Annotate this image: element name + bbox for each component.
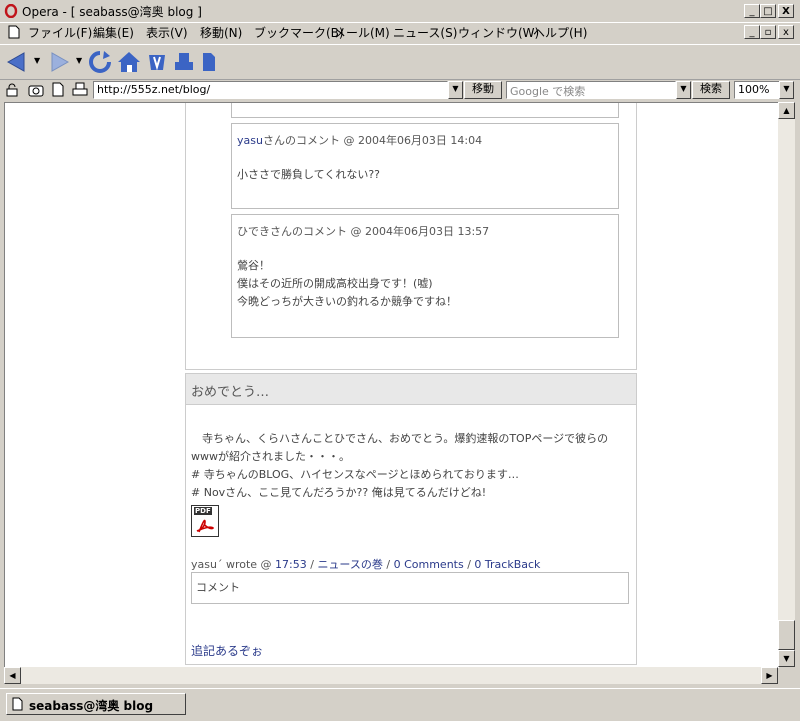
entry-body-line: 寺ちゃん、くらハさんことひでさん、おめでとう。爆釣速報のTOPページで彼らの (191, 432, 609, 445)
forward-icon[interactable] (48, 51, 70, 73)
entry-body-line: # Novさん、ここ見てんだろうか?? 俺は見てるんだけどね! (191, 486, 487, 499)
camera-icon[interactable] (28, 83, 44, 97)
tab-bar: seabass@湾奥 blog (0, 688, 800, 721)
comments-column: yasuさんのコメント @ 2004年06月03日 14:04 小ささで勝負して… (185, 103, 637, 370)
reload-icon[interactable] (88, 50, 112, 74)
title-bar: Opera - [ seabass@湾奥 blog ] _ □ X (0, 0, 800, 23)
acrobat-logo-icon (196, 519, 215, 533)
window-title: Opera - [ seabass@湾奥 blog ] (22, 5, 202, 19)
print-icon[interactable] (72, 82, 88, 97)
maximize-button[interactable]: □ (760, 4, 776, 18)
document-icon[interactable] (200, 51, 218, 73)
comment-box-partial (231, 103, 619, 118)
opera-logo-icon (4, 4, 18, 18)
entry-header: おめでとう… (186, 374, 636, 405)
entry-column: おめでとう… 寺ちゃん、くらハさんことひでさん、おめでとう。爆釣速報のTOPペー… (185, 373, 637, 665)
scroll-left-button[interactable]: ◀ (4, 667, 21, 684)
address-bar: http://555z.net/blog/ ▼ 移動 Google で検索 ▼ … (0, 79, 800, 101)
zoom-select[interactable]: 100% (734, 81, 780, 99)
forward-history-icon[interactable]: ▼ (76, 56, 82, 65)
menu-help[interactable]: ヘルプ(H) (533, 24, 587, 41)
doc-close-button[interactable]: x (778, 25, 794, 39)
go-button[interactable]: 移動 (464, 81, 502, 99)
menu-bar: ファイル(F) 編集(E) 表示(V) 移動(N) ブックマーク(B) メール(… (0, 22, 800, 42)
menu-navigate[interactable]: 移動(N) (200, 24, 242, 41)
comment-box: yasuさんのコメント @ 2004年06月03日 14:04 小ささで勝負して… (231, 123, 619, 209)
entry-comments-link[interactable]: 0 Comments (394, 558, 464, 571)
meta-separator: / (306, 558, 318, 571)
scroll-up-button[interactable]: ▲ (778, 102, 795, 119)
page-icon (12, 697, 23, 711)
back-icon[interactable] (6, 51, 28, 73)
comment-author-link[interactable]: yasu (237, 134, 263, 147)
comment-field-label: コメント (196, 581, 240, 594)
doc-restore-button[interactable]: ▫ (760, 25, 776, 39)
minimize-button[interactable]: _ (744, 4, 760, 18)
search-input[interactable]: Google で検索 (506, 81, 676, 99)
entry-author: yasu´ wrote @ (191, 558, 276, 571)
comment-date: さんのコメント @ 2004年06月03日 14:04 (262, 134, 483, 147)
document-icon[interactable] (8, 25, 20, 39)
menu-mail[interactable]: メール(M) (334, 24, 390, 41)
comment-text-line: 今晩どっちが大きいの釣れるか競争ですね！ (237, 295, 457, 308)
comment-date: さんのコメント @ 2004年06月03日 13:57 (270, 225, 490, 238)
comment-meta: ひできさんのコメント @ 2004年06月03日 13:57 (237, 223, 489, 239)
entry-trackback-link[interactable]: 0 TrackBack (474, 558, 540, 571)
meta-separator: / (382, 558, 394, 571)
comment-author: ひでき (237, 225, 270, 238)
entry-meta: yasu´ wrote @ 17:53 / ニュースの巻 / 0 Comment… (191, 556, 540, 572)
menu-window[interactable]: ウィンドウ(W) (458, 24, 539, 41)
menu-view[interactable]: 表示(V) (146, 24, 188, 41)
pdf-icon[interactable]: PDF (191, 505, 219, 537)
comment-text-line: 僕はその近所の開成高校出身です！(嘘) (237, 277, 433, 290)
search-engine-dropdown[interactable]: ▼ (676, 81, 691, 99)
comment-field-box[interactable]: コメント (191, 572, 629, 604)
menu-bookmarks[interactable]: ブックマーク(B) (254, 24, 344, 41)
scroll-thumb[interactable] (778, 620, 795, 650)
menu-file[interactable]: ファイル(F) (28, 24, 92, 41)
navigation-toolbar: ▼ ▼ (0, 44, 800, 80)
wand-icon[interactable] (146, 51, 168, 73)
home-icon[interactable] (116, 50, 142, 74)
entry-time-link[interactable]: 17:53 (275, 558, 307, 571)
entry-category-link[interactable]: ニュースの巻 (317, 558, 382, 571)
vertical-scrollbar[interactable]: ▲ ▼ (778, 102, 795, 667)
comment-text-line: 鶯谷！ (237, 259, 270, 272)
comment-text: 小ささで勝負してくれない?? (237, 168, 381, 181)
url-input[interactable]: http://555z.net/blog/ (93, 81, 448, 99)
entry-body-line: # 寺ちゃんのBLOG、ハイセンスなページとほめられております… (191, 468, 519, 481)
page-viewport: yasuさんのコメント @ 2004年06月03日 14:04 小ささで勝負して… (4, 102, 779, 668)
print-icon[interactable] (173, 51, 195, 73)
page-icon[interactable] (52, 82, 64, 97)
search-button[interactable]: 検索 (692, 81, 730, 99)
comment-box: ひできさんのコメント @ 2004年06月03日 13:57 鶯谷！ 僕はその近… (231, 214, 619, 338)
entry-body-line: wwwが紹介されました・・・。 (191, 450, 350, 463)
horizontal-scrollbar[interactable]: ◀ ▶ (4, 667, 778, 684)
url-dropdown-button[interactable]: ▼ (448, 81, 463, 99)
back-history-icon[interactable]: ▼ (34, 56, 40, 65)
scroll-right-button[interactable]: ▶ (761, 667, 778, 684)
close-button[interactable]: X (778, 4, 794, 18)
pdf-label: PDF (194, 507, 212, 515)
meta-separator: / (463, 558, 475, 571)
menu-edit[interactable]: 編集(E) (93, 24, 134, 41)
lock-icon[interactable] (5, 83, 19, 97)
tab-active[interactable]: seabass@湾奥 blog (6, 693, 186, 715)
entry-title: おめでとう… (191, 385, 270, 400)
doc-minimize-button[interactable]: _ (744, 25, 760, 39)
zoom-dropdown[interactable]: ▼ (779, 81, 794, 99)
scroll-down-button[interactable]: ▼ (778, 650, 795, 667)
comment-meta: yasuさんのコメント @ 2004年06月03日 14:04 (237, 132, 482, 148)
tab-title: seabass@湾奥 blog (29, 699, 154, 713)
menu-news[interactable]: ニュース(S) (393, 24, 457, 41)
addendum-link[interactable]: 追記あるぞぉ (191, 642, 263, 659)
